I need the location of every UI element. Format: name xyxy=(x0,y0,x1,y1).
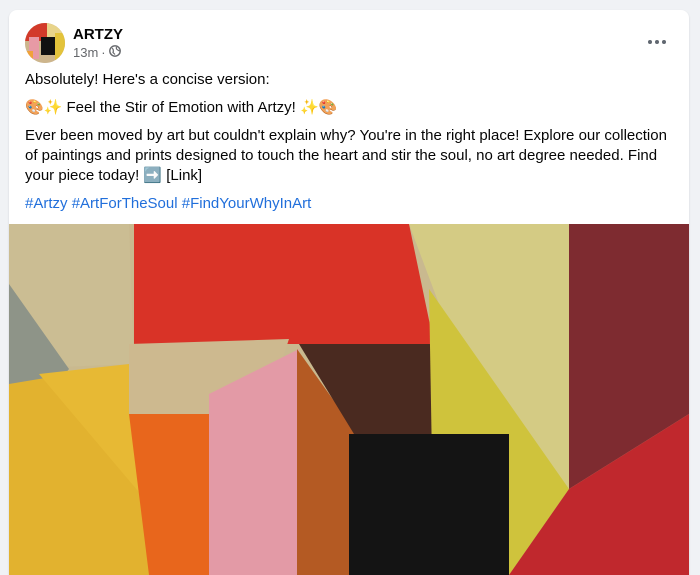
post-text: Ever been moved by art but couldn't expl… xyxy=(25,127,667,184)
post-body: Absolutely! Here's a concise version: 🎨✨… xyxy=(25,70,675,222)
more-options-icon[interactable] xyxy=(639,30,675,54)
post-time[interactable]: 13m xyxy=(73,44,98,61)
globe-icon xyxy=(108,44,121,61)
page-avatar[interactable] xyxy=(25,23,65,63)
post-headline: 🎨✨ Feel the Stir of Emotion with Artzy! … xyxy=(25,99,338,116)
hashtag-artzy[interactable]: #Artzy xyxy=(25,195,68,212)
author-name[interactable]: ARTZY xyxy=(73,25,123,44)
post-header: ARTZY 13m · xyxy=(25,22,123,64)
hashtag-findyourwhyinart[interactable]: #FindYourWhyInArt xyxy=(182,195,312,212)
avatar-artwork xyxy=(25,23,65,63)
hashtag-artforthesoul[interactable]: #ArtForTheSoul xyxy=(72,195,178,212)
meta-separator: · xyxy=(101,45,106,60)
post-intro: Absolutely! Here's a concise version: xyxy=(25,71,270,88)
hashtag-list: #Artzy #ArtForTheSoul #FindYourWhyInArt xyxy=(25,194,675,214)
post-card: ARTZY 13m · Absolutely! Here's a concise… xyxy=(9,10,689,575)
post-image[interactable] xyxy=(9,224,689,575)
